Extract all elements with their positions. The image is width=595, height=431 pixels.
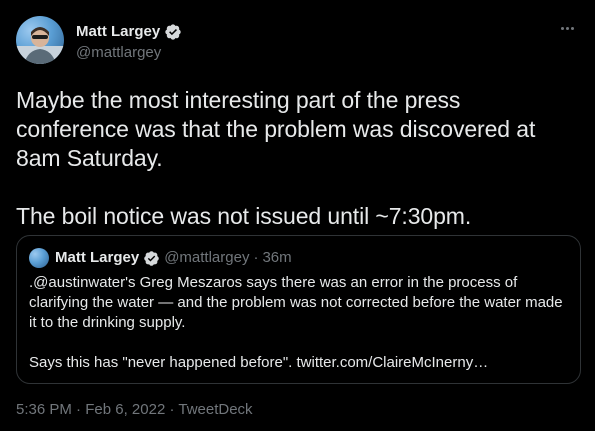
quoted-separator: · (253, 249, 259, 266)
quoted-display-name: Matt Largey (55, 249, 140, 266)
author-block: Matt Largey @mattlargey (76, 22, 182, 63)
quoted-tweet-text: .@austinwater's Greg Meszaros says there… (29, 273, 568, 373)
footer-separator: · (76, 401, 82, 418)
author-display-name[interactable]: Matt Largey (76, 22, 160, 42)
tweet-card: Matt Largey @mattlargey Maybe the most i… (0, 0, 595, 431)
quoted-timestamp: 36m (262, 249, 292, 266)
quoted-tweet-header: Matt Largey @mattlargey · 36m (29, 248, 568, 268)
author-name-row: Matt Largey (76, 22, 182, 42)
avatar[interactable] (16, 16, 64, 64)
quoted-paragraph: Says this has "never happened before". t… (29, 354, 489, 371)
tweet-time[interactable]: 5:36 PM (16, 401, 72, 418)
quoted-tweet[interactable]: Matt Largey @mattlargey · 36m .@austinwa… (16, 235, 581, 384)
tweet-paragraph: Maybe the most interesting part of the p… (16, 87, 536, 171)
tweet-footer: 5:36 PM · Feb 6, 2022 · TweetDeck (16, 400, 253, 420)
tweet-text: Maybe the most interesting part of the p… (16, 86, 576, 231)
tweet-paragraph: The boil notice was not issued until ~7:… (16, 203, 472, 229)
footer-separator: · (169, 401, 175, 418)
tweet-source[interactable]: TweetDeck (178, 401, 252, 418)
verified-badge-icon (144, 250, 159, 266)
author-handle[interactable]: @mattlargey (76, 43, 182, 63)
more-options-icon[interactable] (557, 20, 577, 36)
quoted-avatar (29, 248, 49, 268)
quoted-handle: @mattlargey (164, 249, 250, 266)
verified-badge-icon (165, 24, 181, 40)
tweet-header: Matt Largey @mattlargey (16, 16, 579, 68)
tweet-date[interactable]: Feb 6, 2022 (85, 401, 165, 418)
quoted-paragraph: .@austinwater's Greg Meszaros says there… (29, 274, 563, 331)
avatar-image (16, 27, 64, 64)
